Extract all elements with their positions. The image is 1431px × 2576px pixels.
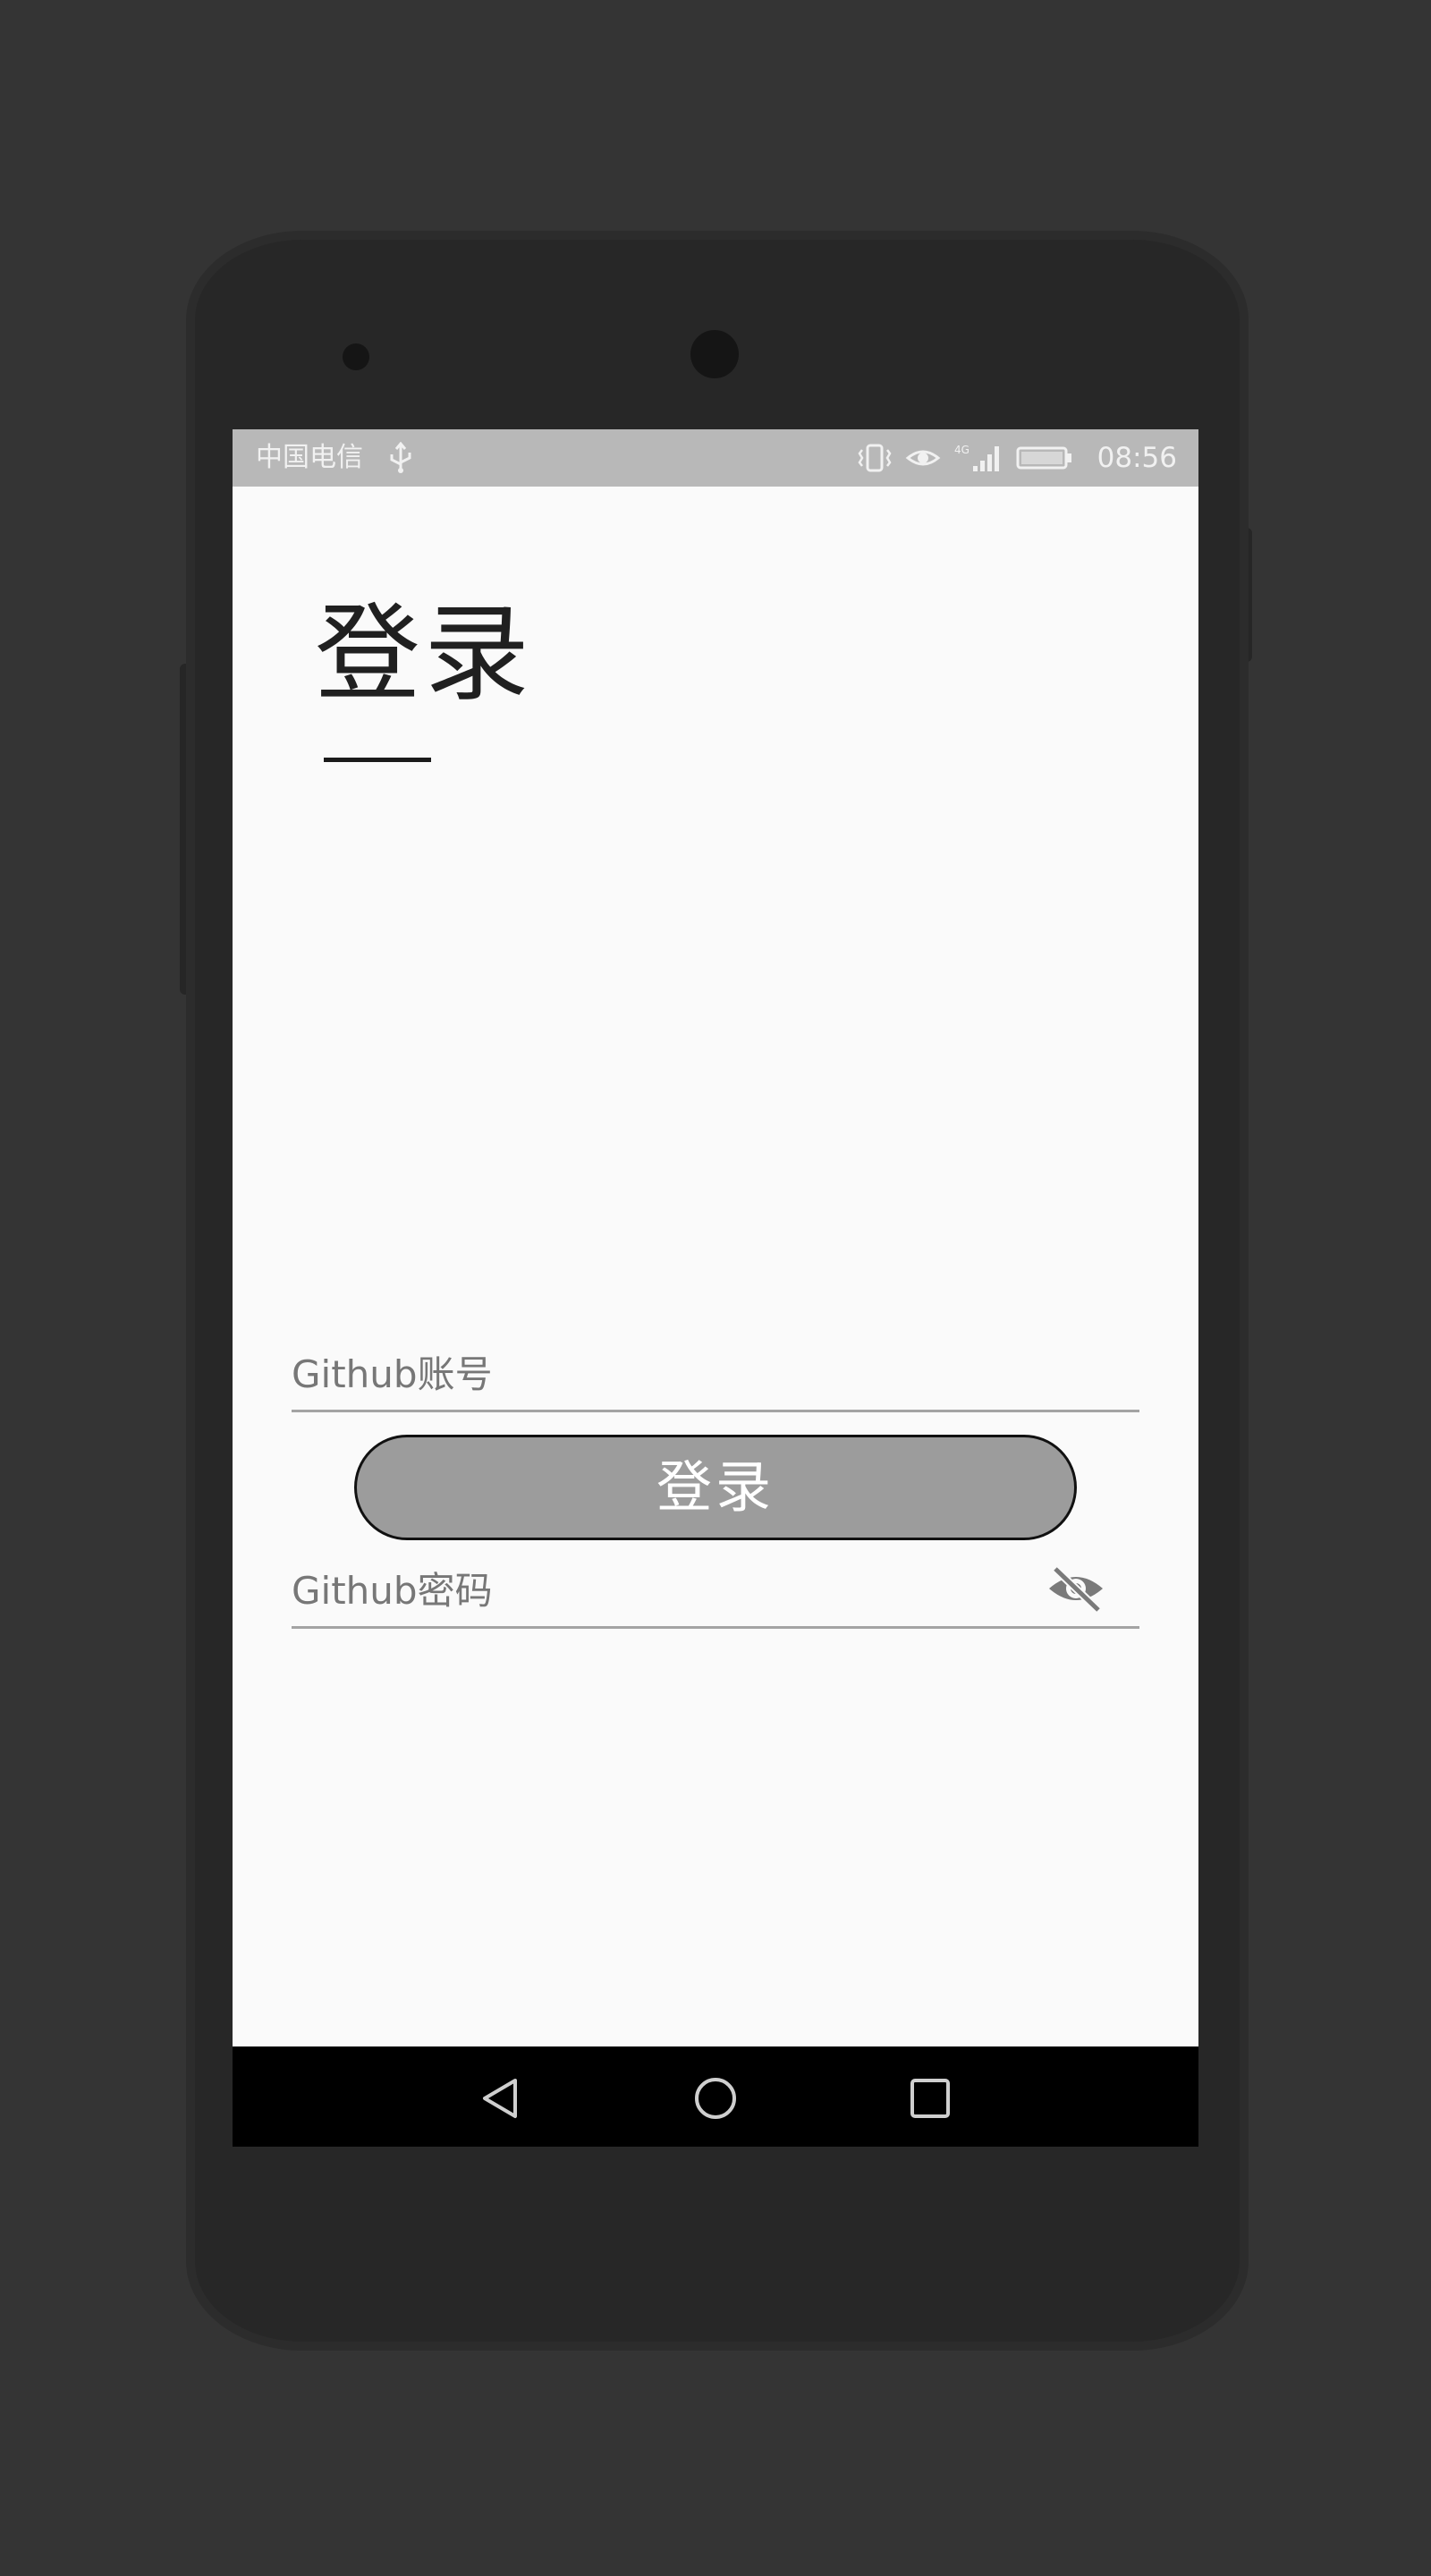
phone-volume-button bbox=[180, 664, 191, 995]
status-clock: 08:56 bbox=[1097, 442, 1177, 474]
status-bar: 中国电信 4G 08:56 bbox=[233, 429, 1198, 487]
phone-power-button bbox=[1241, 528, 1252, 662]
svg-text:4G: 4G bbox=[954, 444, 970, 456]
page-title: 登录 bbox=[315, 592, 534, 716]
eye-comfort-icon bbox=[905, 450, 941, 466]
usb-icon bbox=[390, 442, 411, 473]
home-icon[interactable] bbox=[690, 2073, 741, 2123]
title-underline bbox=[324, 758, 431, 762]
navigation-bar bbox=[233, 2046, 1198, 2147]
password-field bbox=[292, 1540, 1139, 1629]
carrier-label: 中国电信 bbox=[256, 442, 363, 473]
proximity-sensor bbox=[343, 343, 369, 370]
back-icon[interactable] bbox=[476, 2073, 526, 2123]
account-field bbox=[292, 1324, 1139, 1412]
login-button[interactable]: 登录 bbox=[354, 1435, 1077, 1540]
vibrate-icon bbox=[858, 444, 892, 472]
battery-icon bbox=[1016, 446, 1071, 470]
account-input[interactable] bbox=[292, 1349, 1025, 1399]
eye-off-icon[interactable] bbox=[1045, 1563, 1107, 1614]
phone-screen: 中国电信 4G 08:56 登录 Github账号 登录 bbox=[233, 429, 1198, 2147]
password-input[interactable] bbox=[292, 1565, 1025, 1615]
front-camera bbox=[690, 330, 739, 378]
status-icons: 4G bbox=[857, 440, 1073, 476]
recent-apps-icon[interactable] bbox=[905, 2073, 955, 2123]
signal-4g-icon: 4G bbox=[954, 444, 999, 471]
